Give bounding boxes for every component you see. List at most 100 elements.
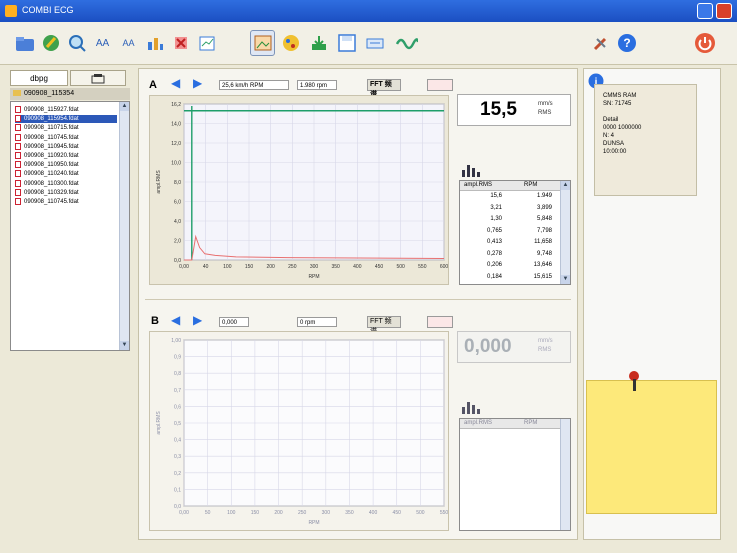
minimize-button[interactable] bbox=[697, 3, 713, 19]
table-row[interactable]: 0,184 15,615 bbox=[460, 273, 560, 283]
table-row[interactable]: 0,765 7,798 bbox=[460, 227, 560, 237]
image-icon[interactable] bbox=[250, 30, 275, 56]
info-line: SN: 71745 bbox=[603, 101, 632, 107]
close-window-button[interactable] bbox=[716, 3, 732, 19]
panel-a-speed-field[interactable]: 25,6 km/h RPM bbox=[219, 80, 289, 90]
file-item[interactable]: 090908_110240.fdat bbox=[15, 170, 117, 178]
scroll-down-button[interactable]: ▼ bbox=[120, 341, 129, 350]
panel-a-label: A bbox=[149, 79, 157, 91]
table-scroll-up[interactable]: ▲ bbox=[561, 181, 570, 190]
file-browser-panel: dbpg 090908_115354 090908_115927.fdat 090… bbox=[10, 70, 130, 351]
panel-a-next-button[interactable]: ▶ bbox=[193, 76, 202, 90]
table-cell: 9,748 bbox=[536, 250, 552, 257]
edit-icon[interactable] bbox=[38, 30, 63, 56]
table-cell: 0,765 bbox=[486, 227, 502, 234]
file-name: 090908_110920.fdat bbox=[24, 153, 79, 160]
notes-area[interactable] bbox=[586, 380, 717, 514]
tab-files[interactable]: dbpg bbox=[10, 70, 68, 86]
info-line: N: 4 bbox=[603, 133, 615, 139]
file-item[interactable]: 090908_110920.fdat bbox=[15, 152, 117, 160]
panel-a-table-scrollbar[interactable]: ▲ ▼ bbox=[560, 181, 570, 284]
y-tick-label: 12,0 bbox=[171, 141, 181, 147]
help-icon[interactable]: ? bbox=[614, 30, 639, 56]
panel-b-chart: 0,0 0,1 0,2 0,3 0,4 0,5 0,6 0,7 0,8 0,9 1,00 0,00 50… bbox=[149, 331, 449, 531]
file-item[interactable]: 090908_110745.fdat bbox=[15, 198, 117, 206]
font-large-icon[interactable]: AA bbox=[90, 30, 115, 56]
file-icon bbox=[15, 188, 21, 196]
panel-b-color-swatch[interactable] bbox=[427, 316, 453, 328]
y-tick-label: 16,2 bbox=[171, 102, 181, 108]
histogram-b-icon[interactable] bbox=[461, 399, 483, 415]
table-row[interactable]: 3,21 3,899 bbox=[460, 204, 560, 214]
file-item[interactable]: 090908_110745.fdat bbox=[15, 133, 117, 142]
save-icon[interactable] bbox=[334, 30, 359, 56]
table-scroll-down[interactable]: ▼ bbox=[561, 275, 570, 284]
chart-icon[interactable] bbox=[142, 30, 167, 56]
table-cell: 3,21 bbox=[490, 204, 502, 211]
panel-b-next-button[interactable]: ▶ bbox=[193, 313, 202, 327]
delete-icon[interactable] bbox=[168, 30, 193, 56]
panel-b-table-scrollbar[interactable] bbox=[560, 419, 570, 530]
y-tick-label: 0,2 bbox=[174, 471, 181, 477]
file-item[interactable]: 090908_115927.fdat bbox=[15, 106, 117, 114]
panel-b-rms: RMS bbox=[538, 347, 552, 353]
print-preview-icon[interactable] bbox=[194, 30, 219, 56]
histogram-icon[interactable] bbox=[461, 162, 483, 178]
panel-a-color-swatch[interactable] bbox=[427, 79, 453, 91]
y-tick-label: 8,0 bbox=[174, 180, 181, 186]
y-tick-label: 10,0 bbox=[171, 161, 181, 167]
search-icon[interactable] bbox=[64, 30, 89, 56]
file-list-scrollbar[interactable]: ▲ ▼ bbox=[119, 102, 129, 350]
file-icon bbox=[15, 161, 21, 169]
open-folder-icon[interactable] bbox=[12, 30, 37, 56]
panel-a-prev-button[interactable]: ◀ bbox=[171, 76, 180, 90]
file-item[interactable]: 090908_110329.fdat bbox=[15, 188, 117, 197]
export-icon[interactable] bbox=[362, 30, 387, 56]
file-name: 090908_110300.fdat bbox=[24, 180, 79, 187]
tools-icon[interactable] bbox=[588, 30, 613, 56]
panel-b-value-box: 0,000 mm/s RMS bbox=[457, 331, 571, 363]
folder-icon bbox=[13, 90, 21, 97]
table-row[interactable]: 15,6 1.949 bbox=[460, 192, 560, 202]
panel-divider bbox=[145, 299, 571, 300]
y-tick-label: 4,0 bbox=[174, 219, 181, 225]
x-tick-label: 200 bbox=[266, 264, 275, 270]
font-small-icon[interactable]: AA bbox=[116, 30, 141, 56]
y-tick-label: 0,5 bbox=[174, 421, 181, 427]
tab-device[interactable] bbox=[70, 70, 126, 86]
panel-b-rpm-field[interactable]: 0 rpm bbox=[297, 317, 337, 327]
exit-icon[interactable] bbox=[692, 30, 717, 56]
panel-b-speed-field[interactable]: 0,000 bbox=[219, 317, 249, 327]
y-tick-label: 0,1 bbox=[174, 487, 181, 493]
y-tick-label: 0,9 bbox=[174, 355, 181, 361]
waveform-icon[interactable] bbox=[394, 30, 419, 56]
info-box: CMMS RAM SN: 71745 Detail 0000 1000000 N: 4 D… bbox=[594, 84, 697, 196]
table-row[interactable]: 1,30 5,848 bbox=[460, 215, 560, 225]
file-item[interactable]: 090908_110300.fdat bbox=[15, 179, 117, 188]
palette-icon[interactable] bbox=[278, 30, 303, 56]
folder-label: 090908_115354 bbox=[24, 90, 75, 97]
file-name: 090908_115927.fdat bbox=[24, 107, 79, 114]
scroll-up-button[interactable]: ▲ bbox=[120, 102, 129, 111]
table-row[interactable]: 0,278 9,748 bbox=[460, 250, 560, 260]
x-tick-label: 550 bbox=[418, 264, 427, 270]
panel-b-fft-button[interactable]: FFT 频谱 bbox=[367, 316, 401, 335]
x-tick-label: 400 bbox=[353, 264, 362, 270]
file-item[interactable]: 090908_110950.fdat bbox=[15, 161, 117, 169]
file-icon bbox=[15, 106, 21, 113]
file-item[interactable]: 090908_110715.fdat bbox=[15, 124, 117, 132]
file-item[interactable]: 090908_110945.fdat bbox=[15, 142, 117, 151]
file-name: 090908_110240.fdat bbox=[24, 171, 79, 178]
folder-node[interactable]: 090908_115354 bbox=[10, 88, 130, 100]
file-item[interactable]: 090908_115954.fdat bbox=[15, 115, 117, 124]
table-row[interactable]: 0,413 11,658 bbox=[460, 238, 560, 248]
panel-b-prev-button[interactable]: ◀ bbox=[171, 313, 180, 327]
file-list[interactable]: 090908_115927.fdat 090908_115954.fdat 0909… bbox=[10, 101, 130, 351]
download-icon[interactable] bbox=[306, 30, 331, 56]
panel-a-rpm-field[interactable]: 1.980 rpm bbox=[297, 80, 337, 90]
x-tick-label: 400 bbox=[369, 510, 378, 516]
panel-a-fft-button[interactable]: FFT 频谱 bbox=[367, 79, 401, 98]
table-row[interactable]: 0,206 13,646 bbox=[460, 261, 560, 271]
panel-b-value: 0,000 bbox=[464, 336, 512, 357]
x-tick-label: 200 bbox=[274, 510, 283, 516]
